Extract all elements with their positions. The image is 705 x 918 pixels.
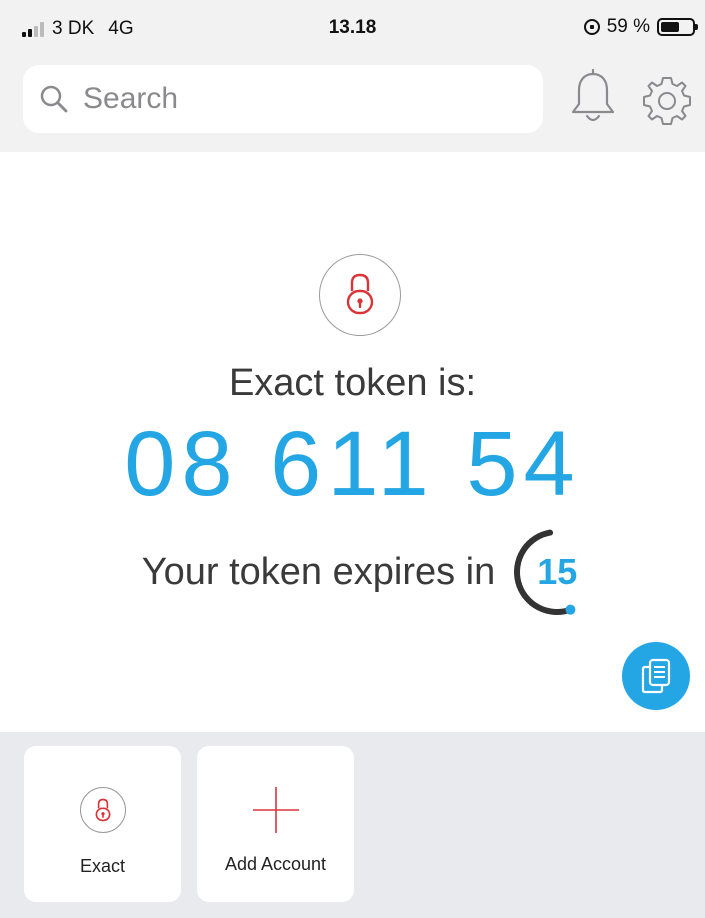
token-code[interactable]: 08 611 54 <box>0 414 705 514</box>
account-label: Exact <box>79 856 126 876</box>
account-lock-badge <box>319 254 401 336</box>
copy-icon <box>641 658 671 694</box>
bell-icon[interactable] <box>566 68 620 128</box>
lock-icon <box>95 798 110 821</box>
status-right: 59 % <box>583 16 698 38</box>
countdown-seconds: 15 <box>537 551 578 592</box>
expiry-label: Your token expires in <box>141 550 496 593</box>
gear-icon[interactable] <box>640 74 694 128</box>
accounts-tray: Exact Add Account <box>0 732 705 918</box>
token-label: Exact token is: <box>228 362 477 404</box>
copy-token-button[interactable] <box>622 642 690 710</box>
search-icon <box>40 85 68 113</box>
account-card-exact[interactable]: Exact <box>24 746 181 902</box>
add-account-button[interactable]: Add Account <box>197 746 354 902</box>
battery-fill <box>661 22 679 32</box>
expiry-row: Your token expires in 15 <box>0 524 705 620</box>
card-icon-wrap <box>197 780 354 840</box>
card-icon-wrap <box>24 780 181 840</box>
search-input[interactable] <box>83 82 523 116</box>
orientation-lock-icon <box>583 19 600 35</box>
battery-percent: 59 % <box>606 16 650 37</box>
search-bar[interactable] <box>23 65 543 133</box>
battery-icon <box>657 18 698 36</box>
status-bar: 3 DK 4G 13.18 59 % <box>0 0 705 56</box>
header <box>0 56 705 152</box>
plus-icon <box>252 787 299 833</box>
add-account-label: Add Account <box>224 854 327 874</box>
lock-icon <box>346 273 374 315</box>
token-panel: Exact token is: 08 611 54 Your token exp… <box>0 152 705 732</box>
account-lock-badge-small <box>79 787 126 833</box>
countdown-timer: 15 <box>511 526 603 618</box>
